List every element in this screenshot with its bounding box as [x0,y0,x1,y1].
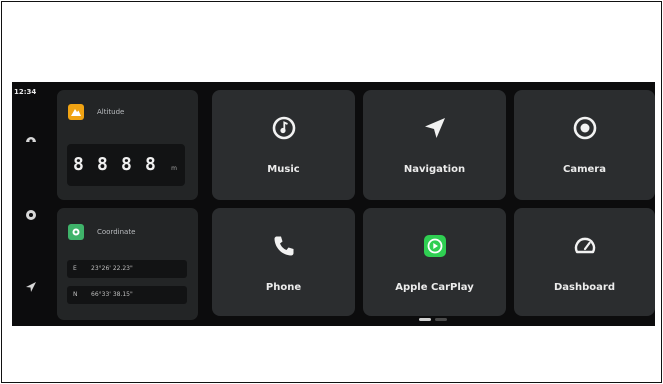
music-icon [272,116,295,140]
left-rail: 12:34 [12,82,52,326]
altitude-unit: m [171,165,177,172]
location-icon [68,224,84,240]
coordinate-row-east: E 23°26' 22.23" [67,260,187,278]
app-label: Music [267,164,300,175]
page-dot[interactable] [435,318,447,321]
app-tile-camera[interactable]: Camera [514,90,655,200]
altitude-digit: 8 [73,154,84,175]
altitude-widget[interactable]: Altitude 8 8 8 8 m [57,90,198,200]
coordinate-widget[interactable]: Coordinate E 23°26' 22.23" N 66°33' 38.1… [57,208,198,320]
app-label: Camera [563,164,606,175]
app-label: Dashboard [554,282,615,293]
app-tile-phone[interactable]: Phone [212,208,355,316]
device-frame: 12:34 Altitude 8 8 8 8 m Coordinate E 23… [1,1,662,383]
altitude-title: Altitude [97,108,125,116]
dashboard-gauge-icon [574,237,595,254]
coordinate-row-north: N 66°33' 38.15" [67,286,187,304]
app-tile-dashboard[interactable]: Dashboard [514,208,655,316]
navigation-icon [424,118,445,138]
app-tile-music[interactable]: Music [212,90,355,200]
app-tile-apple-carplay[interactable]: Apple CarPlay [363,208,506,316]
altitude-readout: 8 8 8 8 m [67,144,185,186]
settings-icon[interactable] [24,208,38,222]
mountain-icon [68,104,84,120]
phone-icon [274,236,293,256]
app-label: Apple CarPlay [395,282,474,293]
carplay-icon [423,235,446,257]
coordinate-axis: E [73,265,77,272]
app-label: Navigation [403,164,466,175]
app-label: Phone [265,282,302,293]
camera-icon [573,116,596,140]
speedometer-icon[interactable] [24,132,38,146]
navigation-arrow-icon[interactable] [24,280,38,294]
altitude-digit: 8 [121,154,132,175]
coordinate-title: Coordinate [97,228,136,236]
infotainment-screen: 12:34 Altitude 8 8 8 8 m Coordinate E 23… [12,82,655,326]
app-tile-navigation[interactable]: Navigation [363,90,506,200]
altitude-digit: 8 [145,154,156,175]
page-dot-active[interactable] [419,318,431,321]
altitude-digit: 8 [97,154,108,175]
coordinate-axis: N [73,291,78,298]
coordinate-value: 66°33' 38.15" [91,291,133,298]
coordinate-value: 23°26' 22.23" [91,265,133,272]
status-clock: 12:34 [14,88,37,96]
